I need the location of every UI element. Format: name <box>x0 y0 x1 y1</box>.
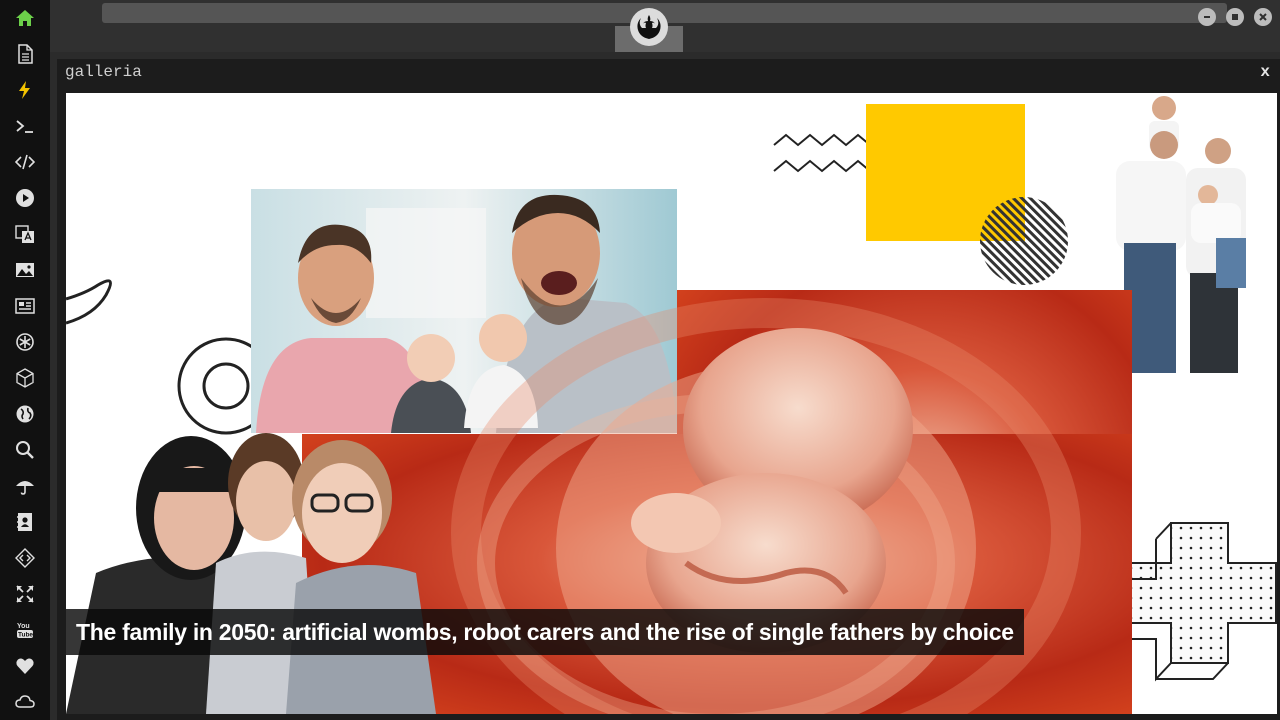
fathers-photo <box>251 189 677 433</box>
sidebar-item-search[interactable] <box>0 432 50 468</box>
sidebar-item-play[interactable] <box>0 180 50 216</box>
sidebar-item-contacts[interactable] <box>0 504 50 540</box>
sidebar-item-settings[interactable] <box>0 324 50 360</box>
umbrella-icon <box>16 481 34 495</box>
sidebar-item-home[interactable] <box>0 0 50 36</box>
translate-icon <box>15 225 34 243</box>
rebel-alliance-logo <box>630 8 668 46</box>
window-title: galleria <box>65 63 142 81</box>
cube-icon <box>16 368 34 388</box>
gallery-window: galleria x The family in 2050: artificia… <box>57 59 1280 720</box>
swirl-decoration <box>66 279 112 325</box>
sidebar-item-code[interactable] <box>0 144 50 180</box>
mothers-photo <box>66 433 436 714</box>
sidebar-item-document[interactable] <box>0 36 50 72</box>
image-icon <box>16 263 34 277</box>
sidebar-item-expand[interactable] <box>0 576 50 612</box>
maximize-icon <box>1232 14 1238 20</box>
sidebar-item-news[interactable] <box>0 288 50 324</box>
image-caption: The family in 2050: artificial wombs, ro… <box>66 609 1024 655</box>
code-icon <box>15 154 35 170</box>
home-icon <box>16 10 34 26</box>
maximize-button[interactable] <box>1226 8 1244 26</box>
gallery-image[interactable]: The family in 2050: artificial wombs, ro… <box>66 93 1277 714</box>
svg-text:Tube: Tube <box>18 632 33 639</box>
cloud-icon <box>15 695 35 708</box>
sidebar-item-image[interactable] <box>0 252 50 288</box>
sidebar-item-youtube[interactable]: You Tube <box>0 612 50 648</box>
play-icon <box>16 189 34 207</box>
news-icon <box>15 298 35 314</box>
close-button[interactable] <box>1254 8 1272 26</box>
sidebar-item-cloud[interactable] <box>0 684 50 720</box>
sidebar-item-globe[interactable] <box>0 396 50 432</box>
sidebar: You Tube <box>0 0 50 720</box>
terminal-icon <box>16 120 33 133</box>
globe-icon <box>16 405 34 423</box>
sidebar-item-cube[interactable] <box>0 360 50 396</box>
family-photo-right <box>1116 96 1246 373</box>
close-icon <box>1259 13 1267 21</box>
minimize-icon <box>1204 16 1210 18</box>
svg-text:You: You <box>17 623 30 630</box>
minimize-button[interactable] <box>1198 8 1216 26</box>
document-icon <box>18 44 33 64</box>
sidebar-item-terminal[interactable] <box>0 108 50 144</box>
hatched-circle-decoration <box>980 197 1068 285</box>
youtube-icon: You Tube <box>17 623 33 639</box>
heart-icon <box>16 658 34 674</box>
rebel-alliance-icon <box>637 15 661 39</box>
window-close-button[interactable]: x <box>1260 63 1270 81</box>
sidebar-item-translate[interactable] <box>0 216 50 252</box>
lightning-icon <box>19 81 30 99</box>
sidebar-item-lightning[interactable] <box>0 72 50 108</box>
sidebar-item-umbrella[interactable] <box>0 468 50 504</box>
settings-icon <box>16 333 34 351</box>
contacts-icon <box>17 513 32 531</box>
search-icon <box>16 441 34 459</box>
diamond-code-icon <box>15 548 35 568</box>
sidebar-item-diamond-code[interactable] <box>0 540 50 576</box>
expand-icon <box>16 585 34 603</box>
sidebar-item-heart[interactable] <box>0 648 50 684</box>
